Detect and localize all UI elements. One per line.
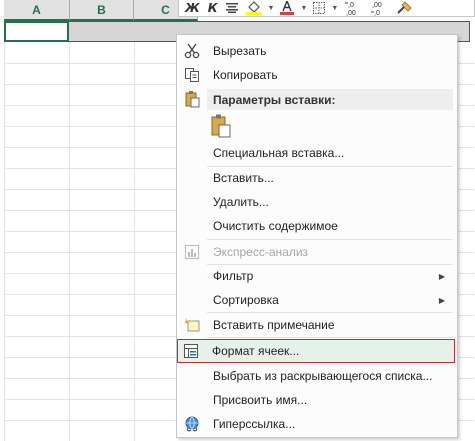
svg-text:,0: ,0 [348,2,354,9]
empty-icon [179,365,205,387]
menu-item-cut[interactable]: Вырезать [179,40,455,62]
borders-icon [313,2,326,14]
menu-item-label: Выбрать из раскрывающегося списка... [213,369,433,383]
align-center-icon [225,3,238,13]
decrease-decimal-icon: ,00 ,0 [371,2,382,16]
format-painter-icon [397,1,412,14]
format-cells-icon [178,340,204,362]
menu-item-label: Формат ячеек... [212,344,300,358]
decrease-decimal-button[interactable]: ,00 ,0 [366,0,392,16]
empty-icon [179,265,205,287]
menu-item-label: Фильтр [213,269,254,283]
menu-item-label: Гиперссылка... [213,417,296,431]
paste-option-button[interactable] [209,113,233,139]
menu-item-label: Копировать [213,68,278,82]
svg-text:,00: ,00 [346,10,356,16]
insert-comment-icon [179,314,205,336]
menu-item-label: Сортировка [213,293,279,307]
paste-options-header: Параметры вставки: [207,89,453,110]
menu-item-define-name[interactable]: Присвоить имя... [179,389,455,411]
menu-item-quick-analysis: Экспресс-анализ [179,241,455,263]
fill-color-button[interactable] [242,0,266,16]
svg-text:,0: ,0 [374,10,380,16]
menu-item-label: Вставить примечание [213,318,335,332]
column-header-b[interactable]: B [70,0,134,21]
font-color-icon [280,1,295,15]
context-menu: Вырезать Копировать Параметры вставки: С… [176,34,458,438]
menu-separator [207,312,453,313]
menu-item-sort[interactable]: Сортировка ▶ [179,289,455,311]
menu-item-paste-special[interactable]: Специальная вставка... [179,142,455,164]
menu-item-label: Вставить... [213,171,274,185]
menu-item-copy[interactable]: Копировать [179,64,455,86]
menu-item-label: Удалить... [213,195,269,209]
borders-button[interactable] [309,0,329,16]
menu-item-pick-from-list[interactable]: Выбрать из раскрывающегося списка... [179,365,455,387]
empty-icon [179,191,205,213]
empty-icon [179,215,205,237]
increase-decimal-button[interactable]: ,0 ,00 [340,0,366,16]
empty-icon [179,142,205,164]
align-center-button[interactable] [222,0,242,16]
borders-dropdown-icon[interactable]: ▼ [329,5,340,12]
menu-item-label: Специальная вставка... [213,146,345,160]
gridline [4,42,5,441]
gridline [134,42,135,441]
menu-item-label: Очистить содержимое [213,219,338,233]
menu-item-clear-contents[interactable]: Очистить содержимое [179,215,455,237]
mini-toolbar: Ж К ▼ ▼ ▼ ,0 ,00 ,00 ,0 [178,0,475,17]
copy-icon [179,64,205,86]
increase-decimal-icon: ,0 ,00 [345,2,356,16]
menu-separator [207,337,453,338]
scissors-icon [179,40,205,62]
empty-icon [179,167,205,189]
submenu-arrow-icon: ▶ [438,295,445,305]
menu-item-label: Присвоить имя... [213,393,308,407]
menu-item-filter[interactable]: Фильтр ▶ [179,265,455,287]
hyperlink-icon [179,413,205,435]
gridline [69,42,70,441]
menu-separator [207,239,453,240]
clipboard-icon [179,88,205,110]
menu-item-delete[interactable]: Удалить... [179,191,455,213]
empty-icon [179,289,205,311]
font-color-dropdown-icon[interactable]: ▼ [298,5,309,12]
menu-item-label: Вырезать [213,44,267,58]
menu-item-label: Экспресс-анализ [213,245,309,259]
submenu-arrow-icon: ▶ [438,271,445,281]
italic-button[interactable]: К [204,0,222,16]
menu-item-insert[interactable]: Вставить... [179,167,455,189]
format-painter-button[interactable] [392,0,416,16]
fill-color-dropdown-icon[interactable]: ▼ [266,5,277,12]
font-color-button[interactable] [276,0,298,16]
bold-button[interactable]: Ж [181,0,204,16]
paste-clipboard-icon [211,114,231,138]
quick-analysis-icon [179,241,205,263]
active-cell[interactable] [4,21,69,42]
svg-text:,00: ,00 [372,2,382,9]
column-header-a[interactable]: A [4,0,70,21]
menu-item-insert-comment[interactable]: Вставить примечание [179,314,455,336]
menu-item-format-cells[interactable]: Формат ячеек... [177,339,455,363]
paint-bucket-icon [245,1,262,15]
empty-icon [179,389,205,411]
menu-item-hyperlink[interactable]: Гиперссылка... [179,413,455,435]
